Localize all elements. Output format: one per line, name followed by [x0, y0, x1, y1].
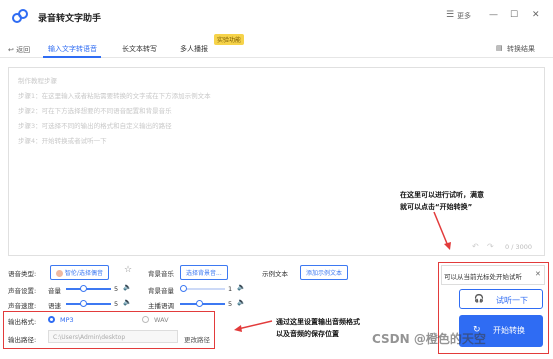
- pitch-speaker-icon: 🔈: [237, 298, 246, 306]
- char-counter: 0 / 3000: [505, 243, 532, 251]
- bgm-label: 背景音乐: [148, 270, 174, 278]
- headphone-icon: 🎧: [474, 294, 484, 303]
- bg-volume-slider-knob[interactable]: [180, 285, 187, 292]
- voice-select-button[interactable]: 智伦/选择偶音: [50, 265, 109, 280]
- back-button[interactable]: ↩ 返回: [8, 45, 30, 55]
- speed-label: 语速: [48, 302, 61, 310]
- pitch-slider-knob[interactable]: [196, 300, 203, 307]
- bg-volume-speaker-icon: 🔈: [237, 283, 246, 291]
- more-menu-label[interactable]: 更多: [457, 11, 471, 21]
- bg-volume-label: 背景音量: [148, 287, 174, 295]
- add-sample-text-button[interactable]: 添加示例文本: [300, 265, 349, 280]
- volume-speaker-icon: 🔈: [123, 283, 132, 291]
- output-path-field[interactable]: C:\Users\Admin\desktop: [48, 330, 178, 343]
- result-icon: ▤: [496, 44, 503, 52]
- placeholder-line: 步骤4：开始转换或者试听一下: [18, 137, 107, 145]
- back-icon: ↩: [8, 46, 17, 54]
- sample-text-label: 示例文本: [262, 270, 288, 278]
- speed-settings-label: 声音速度:: [8, 302, 37, 310]
- avatar: [56, 270, 63, 277]
- annotation-arrow: [234, 320, 273, 332]
- tab-multi-speaker[interactable]: 多人播报: [180, 44, 208, 54]
- speed-speaker-icon: 🔈: [123, 298, 132, 306]
- voice-settings-label: 声音设置:: [8, 287, 37, 295]
- tooltip-close-icon[interactable]: ✕: [535, 270, 541, 278]
- more-menu-icon[interactable]: ☰: [446, 10, 454, 20]
- pitch-label: 主播语调: [148, 302, 174, 310]
- trial-tooltip-text: 可以从当前光标处开始试听: [444, 273, 522, 281]
- tab-text-to-speech[interactable]: 输入文字转语音: [48, 44, 97, 54]
- voice-type-label: 语音类型:: [8, 270, 37, 278]
- placeholder-line: 制作教程步骤: [18, 77, 57, 85]
- volume-label: 音量: [48, 287, 61, 295]
- close-button[interactable]: ✕: [532, 10, 540, 20]
- speed-slider[interactable]: [66, 303, 111, 305]
- volume-slider-knob[interactable]: [80, 285, 87, 292]
- placeholder-line: 步骤2：可在下方选择想要的不同语音配置和背景音乐: [18, 107, 172, 115]
- format-mp3-radio[interactable]: [48, 316, 55, 323]
- format-wav-radio[interactable]: [142, 316, 149, 323]
- tab-long-text[interactable]: 长文本转写: [122, 44, 157, 54]
- app-title: 录音转文字助手: [38, 14, 102, 24]
- favorite-star-icon[interactable]: ☆: [124, 265, 132, 275]
- undo-icon[interactable]: ↶: [472, 242, 479, 251]
- speed-slider-knob[interactable]: [80, 300, 87, 307]
- app-logo-icon: [12, 9, 28, 23]
- format-annotation: 通过这里设置输出音频格式 以及音频的保存位置: [276, 318, 360, 338]
- change-path-button[interactable]: 更改路径: [184, 334, 210, 344]
- speed-value: 5: [114, 300, 119, 308]
- experimental-badge: 实验功能: [214, 34, 245, 45]
- format-mp3-label[interactable]: MP3: [60, 316, 74, 324]
- bg-volume-value: 1: [228, 285, 233, 293]
- volume-value: 5: [114, 285, 119, 293]
- path-label: 输出路径:: [8, 336, 37, 344]
- placeholder-line: 步骤3：可选择不同的输出的格式和自定义输出的路径: [18, 122, 172, 130]
- format-wav-label[interactable]: WAV: [154, 316, 169, 324]
- trial-button[interactable]: 🎧 试听一下: [459, 289, 543, 309]
- placeholder-line: 步骤1：在这里输入或者粘贴需要转换的文字或在下方添加示例文本: [18, 92, 211, 100]
- maximize-button[interactable]: ☐: [510, 10, 518, 20]
- watermark: CSDN @橙色的天空: [372, 332, 486, 346]
- format-label: 输出格式:: [8, 318, 37, 326]
- redo-icon[interactable]: ↷: [487, 242, 494, 251]
- bgm-select-button[interactable]: 选择背景音...: [180, 265, 228, 280]
- annotation-arrow: [433, 211, 451, 250]
- convert-result-button[interactable]: 转换结果: [507, 44, 535, 54]
- active-tab-indicator: [43, 56, 101, 58]
- pitch-value: 5: [228, 300, 233, 308]
- minimize-button[interactable]: —: [489, 10, 498, 20]
- volume-slider[interactable]: [66, 288, 111, 290]
